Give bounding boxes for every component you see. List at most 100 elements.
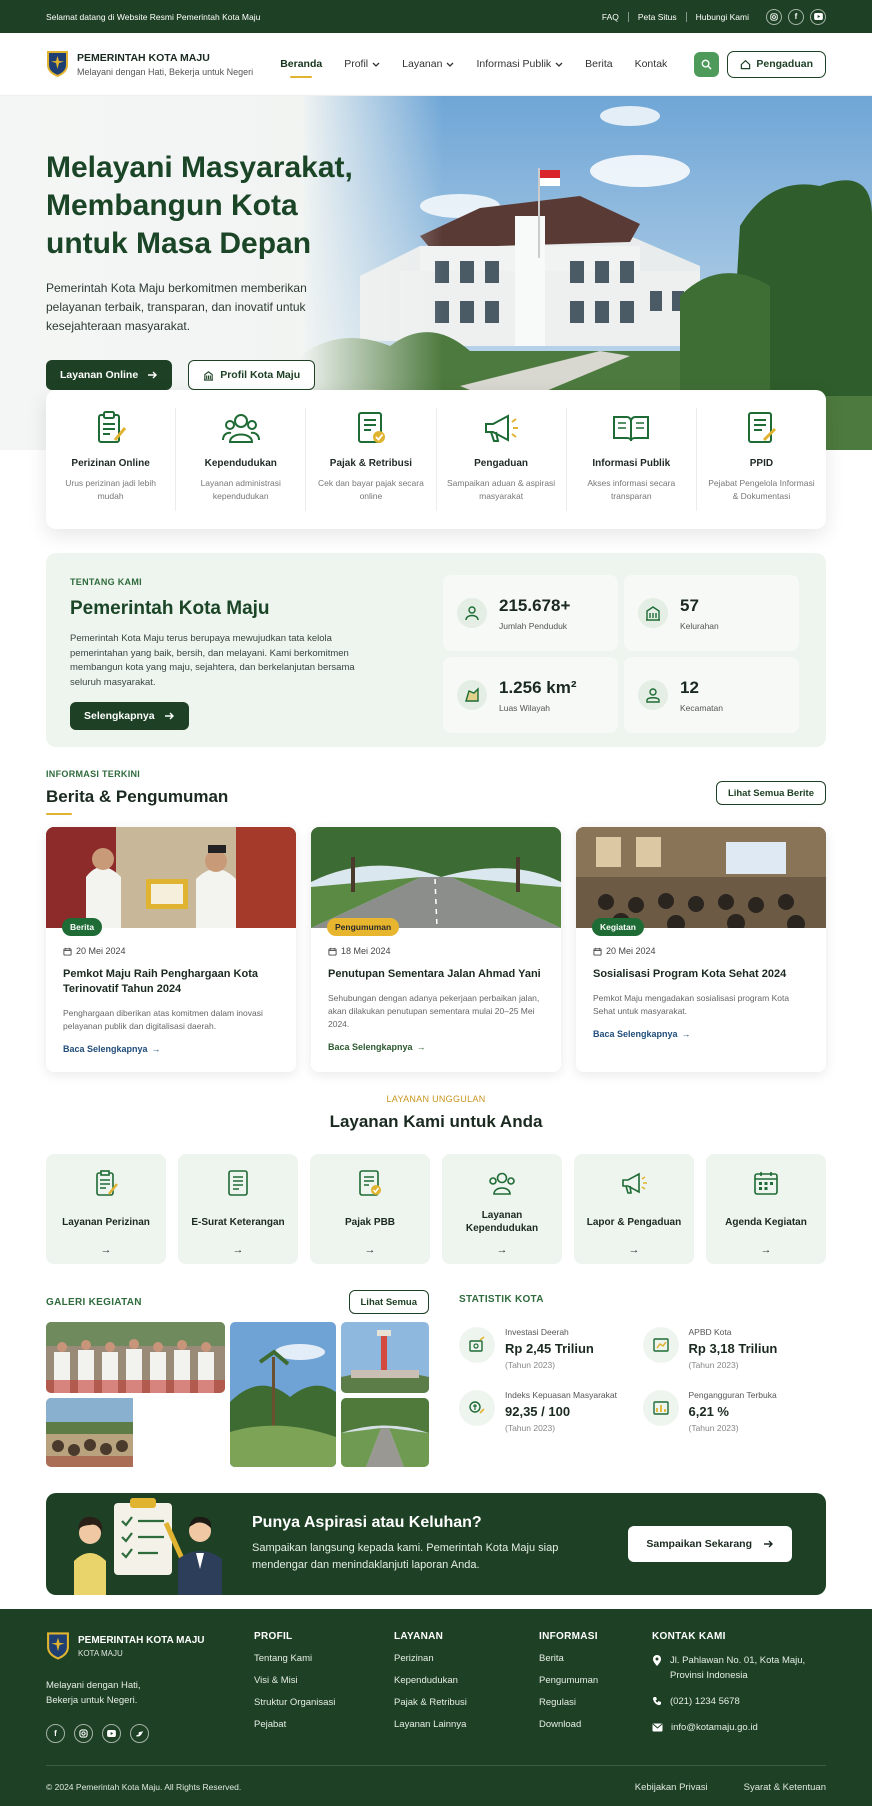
megaphone-icon — [622, 1172, 647, 1194]
file-icon — [748, 412, 777, 443]
nav-berita[interactable]: Berita — [585, 58, 612, 70]
services-title: Layanan Kami untuk Anda — [329, 1112, 543, 1131]
news-excerpt: Penghargaan diberikan atas komitmen dala… — [63, 1008, 263, 1031]
read-more-link[interactable]: Baca Selengkapnya → — [63, 1044, 279, 1054]
sitemap-link[interactable]: Peta Situs — [629, 12, 686, 22]
read-more-link[interactable]: Baca Selengkapnya → — [593, 1029, 809, 1039]
nav-beranda[interactable]: Beranda — [280, 58, 322, 78]
footer-link[interactable]: Perizinan — [394, 1653, 539, 1664]
online-services-button[interactable]: Layanan Online — [46, 360, 173, 390]
quick-service-ppid[interactable]: PPID Pejabat Pengelola Informasi & Dokum… — [697, 408, 826, 511]
news-title[interactable]: Sosialisasi Program Kota Sehat 2024 — [593, 967, 809, 982]
clipboard-icon — [97, 411, 126, 443]
about-more-button[interactable]: Selengkapnya — [70, 702, 189, 730]
footer-link[interactable]: Pengumuman — [539, 1675, 652, 1686]
chart-icon — [642, 1390, 679, 1426]
footer-link[interactable]: Pejabat — [254, 1719, 394, 1730]
document-check-icon — [357, 412, 385, 443]
gallery-see-all-button[interactable]: Lihat Semua — [348, 1290, 429, 1314]
service-lapor[interactable]: Lapor & Pengaduan → — [574, 1154, 694, 1264]
gallery-image-outdoor[interactable] — [341, 1398, 429, 1467]
quick-service-perizinan[interactable]: Perizinan Online Urus perizinan jadi leb… — [46, 408, 177, 511]
service-perizinan[interactable]: Layanan Perizinan → — [46, 1154, 166, 1264]
city-profile-button[interactable]: Profil Kota Maju — [188, 360, 316, 390]
main-nav: Beranda Profil Layanan Informasi Publik … — [280, 58, 668, 78]
footer-link[interactable]: Visi & Misi — [254, 1675, 394, 1686]
footer-link[interactable]: Download — [539, 1719, 652, 1730]
news-card[interactable]: Pengumuman 18 Mei 2024 Penutupan Sementa… — [311, 827, 561, 1072]
news-card[interactable]: Kegiatan 20 Mei 2024 Sosialisasi Program… — [576, 827, 826, 1072]
chevron-down-icon — [372, 62, 380, 67]
about-title: Pemerintah Kota Maju — [70, 598, 270, 619]
category-badge: Kegiatan — [592, 918, 644, 936]
footer-link[interactable]: Kependudukan — [394, 1675, 539, 1686]
title-underline — [46, 813, 72, 815]
submit-aspiration-button[interactable]: Sampaikan Sekarang — [628, 1526, 792, 1562]
footer-link[interactable]: Berita — [539, 1653, 652, 1664]
service-kependudukan[interactable]: Layanan Kependudukan → — [442, 1154, 562, 1264]
service-e-surat[interactable]: E-Surat Keterangan → — [178, 1154, 298, 1264]
instagram-icon[interactable] — [74, 1724, 93, 1743]
about-stats: 215.678+ Jumlah Penduduk 57 Kelurahan 1.25… — [443, 575, 799, 733]
footer-link[interactable]: Layanan Lainnya — [394, 1719, 539, 1730]
complaint-button[interactable]: Pengaduan — [727, 50, 826, 78]
services-header: LAYANAN UNGGULAN Layanan Kami untuk Anda — [0, 1072, 872, 1132]
gallery-image-monument[interactable] — [341, 1322, 429, 1393]
arrow-right-icon: → — [100, 1244, 112, 1256]
chart-icon — [642, 1327, 679, 1363]
document-icon — [228, 1170, 248, 1196]
city-emblem-icon — [47, 1632, 69, 1660]
news-title[interactable]: Pemkot Maju Raih Penghargaan Kota Terino… — [63, 967, 279, 997]
see-all-news-button[interactable]: Lihat Semua Berite — [715, 781, 826, 805]
footer-col-layanan: LAYANAN Perizinan Kependudukan Pajak & R… — [394, 1631, 539, 1743]
twitter-icon[interactable] — [130, 1724, 149, 1743]
footer-brand: PEMERINTAH KOTA MAJU KOTA MAJU Melayani d… — [46, 1631, 254, 1743]
footer-contact: KONTAK KAMI Jl. Pahlawan No. 01, Kota Ma… — [652, 1631, 806, 1733]
terms-link[interactable]: Syarat & Ketentuan — [744, 1782, 826, 1793]
contact-link[interactable]: Hubungi Kami — [687, 12, 758, 22]
calendar-icon — [328, 947, 337, 956]
arrow-right-icon: → — [681, 1029, 691, 1039]
service-agenda[interactable]: Agenda Kegiatan → — [706, 1154, 826, 1264]
gallery-image-ceremony[interactable] — [46, 1322, 225, 1393]
quick-service-kependudukan[interactable]: Kependudukan Layanan administrasi kepend… — [176, 408, 307, 511]
complaint-illustration — [74, 1498, 222, 1595]
read-more-link[interactable]: Baca Selengkapnya → — [328, 1042, 544, 1052]
footer-col-informasi: INFORMASI Berita Pengumuman Regulasi Dow… — [539, 1631, 652, 1743]
gallery-image-park[interactable] — [230, 1322, 336, 1467]
category-badge: Pengumuman — [327, 918, 400, 936]
cta-title: Punya Aspirasi atau Keluhan? — [252, 1514, 482, 1531]
map-icon — [457, 680, 487, 710]
news-title[interactable]: Penutupan Sementara Jalan Ahmad Yani — [328, 967, 544, 982]
arrow-right-icon — [164, 712, 174, 720]
brand-logo-link[interactable]: PEMERINTAH KOTA MAJU Melayani dengan Hat… — [46, 50, 253, 78]
footer-link[interactable]: Tentang Kami — [254, 1653, 394, 1664]
news-card[interactable]: Berita 20 Mei 2024 Pemkot Maju Raih Peng… — [46, 827, 296, 1072]
search-button[interactable] — [694, 51, 720, 77]
youtube-icon[interactable] — [810, 8, 826, 25]
youtube-icon[interactable] — [102, 1724, 121, 1743]
quick-service-pajak[interactable]: Pajak & Retribusi Cek dan bayar pajak se… — [306, 408, 437, 511]
arrow-right-icon: → — [760, 1244, 772, 1256]
person-icon — [638, 680, 668, 710]
services-grid: Layanan Perizinan → E-Surat Keterangan → P… — [46, 1154, 826, 1264]
instagram-icon[interactable] — [766, 8, 782, 25]
facebook-icon[interactable]: f — [46, 1724, 65, 1743]
nav-kontak[interactable]: Kontak — [635, 58, 668, 70]
stat-investment: Investasi Deerah Rp 2,45 Triliun (Tahun 20… — [459, 1327, 643, 1370]
facebook-icon[interactable]: f — [788, 8, 804, 25]
footer-link[interactable]: Regulasi — [539, 1697, 652, 1708]
chevron-down-icon — [446, 62, 454, 67]
nav-informasi-publik[interactable]: Informasi Publik — [476, 58, 563, 70]
main-header: PEMERINTAH KOTA MAJU Melayani dengan Hat… — [0, 33, 872, 96]
quick-service-informasi-publik[interactable]: Informasi Publik Akses informasi secara … — [567, 408, 697, 511]
nav-layanan[interactable]: Layanan — [402, 58, 454, 70]
service-pajak-pbb[interactable]: Pajak PBB → — [310, 1154, 430, 1264]
privacy-policy-link[interactable]: Kebijakan Privasi — [635, 1782, 708, 1793]
footer-link[interactable]: Pajak & Retribusi — [394, 1697, 539, 1708]
quick-service-pengaduan[interactable]: Pengaduan Sampaikan aduan & aspirasi mas… — [437, 408, 567, 511]
gallery-image-crowd[interactable] — [46, 1398, 225, 1467]
footer-link[interactable]: Struktur Organisasi — [254, 1697, 394, 1708]
faq-link[interactable]: FAQ — [593, 12, 628, 22]
nav-profil[interactable]: Profil — [344, 58, 380, 70]
